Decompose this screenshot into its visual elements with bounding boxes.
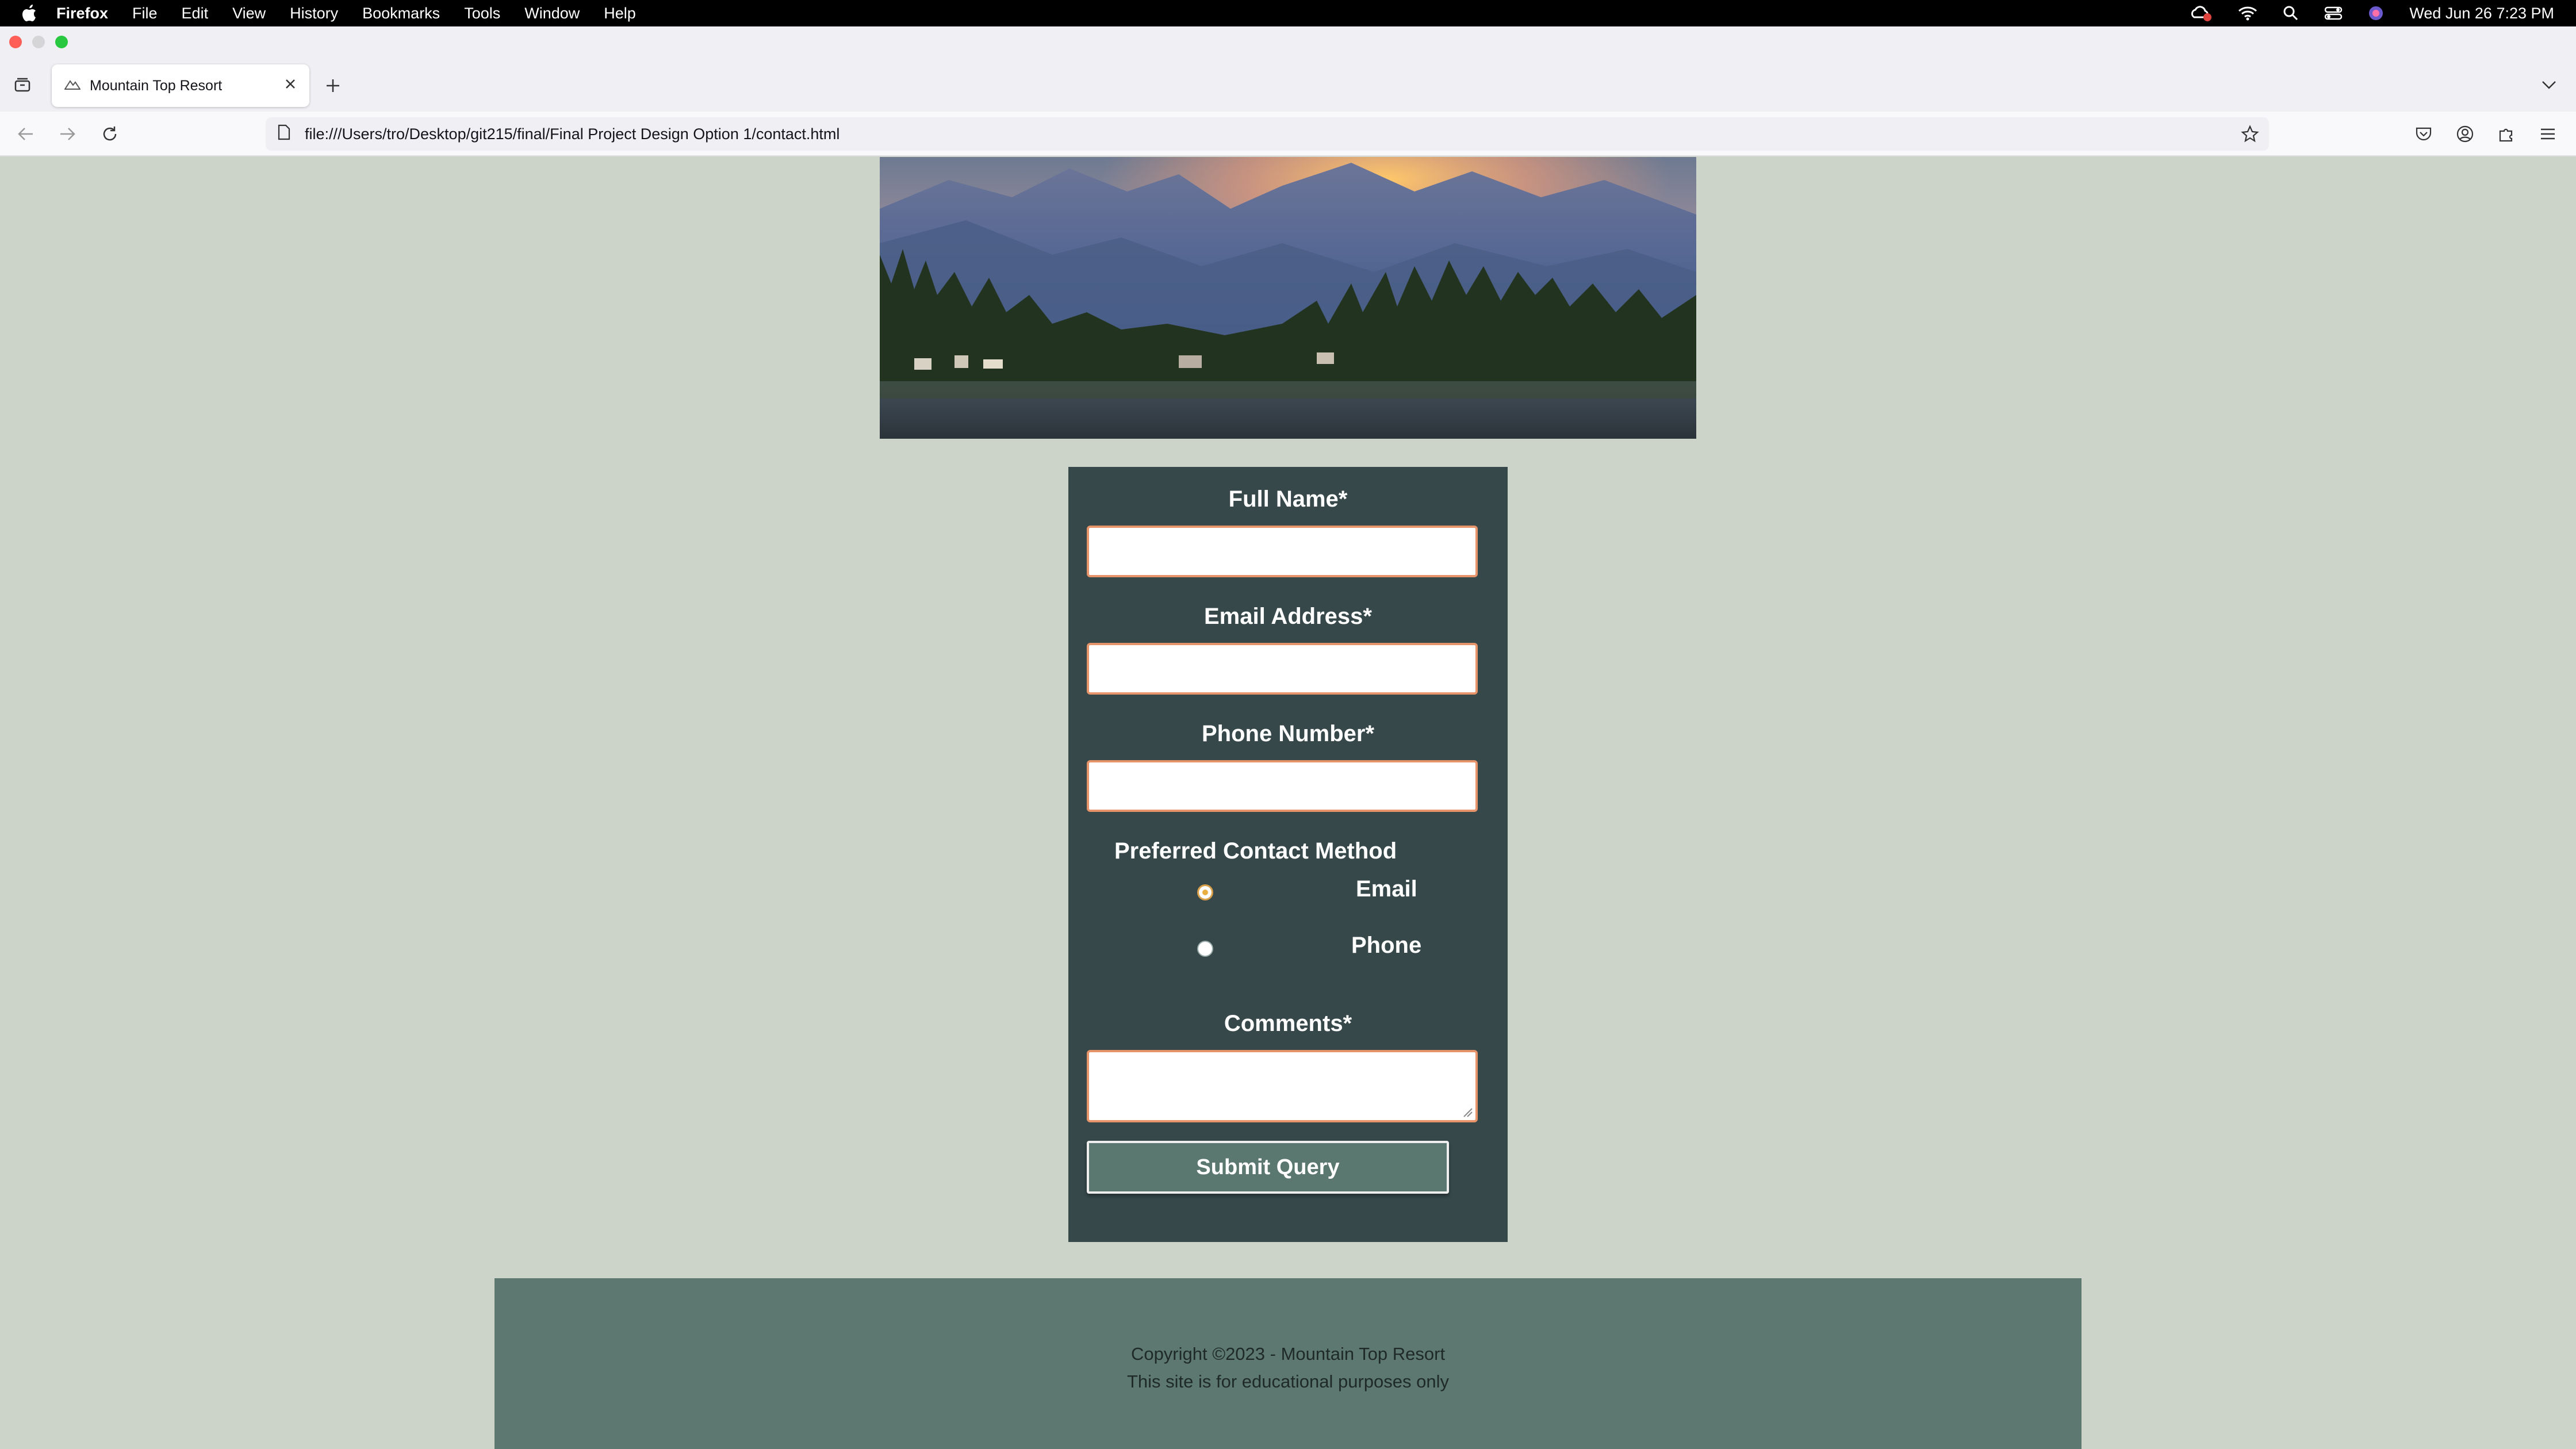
forward-arrow-icon[interactable] (53, 120, 82, 148)
hamburger-menu-icon[interactable] (2533, 120, 2562, 148)
menu-bar: Firefox File Edit View History Bookmarks… (0, 0, 2576, 26)
submit-query-button[interactable]: Submit Query (1087, 1141, 1449, 1194)
site-footer: Copyright ©2023 - Mountain Top Resort Th… (494, 1278, 2082, 1449)
close-tab-icon[interactable] (284, 78, 297, 94)
page-body: Full Name* Email Address* Phone Number* … (0, 157, 2576, 1449)
footer-note: This site is for educational purposes on… (1126, 1371, 1449, 1392)
phone-radio-label[interactable]: Phone (1351, 933, 1421, 959)
back-arrow-icon[interactable] (12, 120, 40, 148)
page-document-icon (277, 124, 291, 144)
email-radio-label[interactable]: Email (1356, 876, 1417, 902)
contact-form: Full Name* Email Address* Phone Number* … (1068, 467, 1508, 1242)
spotlight-search-icon[interactable] (2283, 5, 2299, 21)
status-area: Wed Jun 26 7:23 PM (2164, 0, 2554, 26)
comments-textarea[interactable] (1087, 1050, 1478, 1122)
phone-number-input[interactable] (1087, 760, 1478, 812)
footer-copyright: Copyright ©2023 - Mountain Top Resort (1130, 1344, 1446, 1364)
menu-window[interactable]: Window (524, 5, 580, 22)
full-name-label: Full Name* (1228, 486, 1348, 512)
menu-bookmarks[interactable]: Bookmarks (362, 5, 440, 22)
list-all-tabs-chevron-down-icon[interactable] (2535, 70, 2563, 99)
url-text[interactable]: file:///Users/tro/Desktop/git215/final/F… (305, 125, 839, 143)
zoom-window-button[interactable] (55, 36, 68, 48)
wifi-icon[interactable] (2238, 6, 2257, 21)
menu-app-name[interactable]: Firefox (56, 5, 108, 22)
window-title-bar (0, 26, 2576, 60)
email-address-label: Email Address* (1204, 604, 1372, 629)
preferred-contact-method-label: Preferred Contact Method (1114, 838, 1397, 864)
full-name-input[interactable] (1087, 526, 1478, 577)
cloud-status-icon[interactable] (2190, 5, 2213, 22)
phone-number-label: Phone Number* (1201, 721, 1375, 746)
menu-file[interactable]: File (132, 5, 158, 22)
menu-edit[interactable]: Edit (182, 5, 209, 22)
phone-radio[interactable] (1197, 941, 1213, 957)
apple-logo-icon[interactable] (22, 5, 37, 22)
menu-tools[interactable]: Tools (464, 5, 500, 22)
reload-icon[interactable] (95, 120, 124, 148)
minimize-window-button[interactable] (32, 36, 45, 48)
hero-mountain-lake-image (880, 157, 1696, 439)
control-center-icon[interactable] (2324, 6, 2343, 21)
bookmark-star-icon[interactable] (2236, 120, 2264, 148)
email-address-input[interactable] (1087, 643, 1478, 695)
email-radio[interactable] (1197, 884, 1213, 900)
new-tab-plus-icon[interactable] (319, 71, 347, 100)
menu-history[interactable]: History (290, 5, 338, 22)
menu-view[interactable]: View (232, 5, 266, 22)
extensions-puzzle-icon[interactable] (2492, 120, 2521, 148)
resize-handle-icon[interactable] (1462, 1106, 1473, 1118)
menu-clock[interactable]: Wed Jun 26 7:23 PM (2409, 5, 2554, 22)
siri-icon[interactable] (2368, 5, 2384, 21)
close-window-button[interactable] (9, 36, 22, 48)
tab-mountain-top-resort[interactable]: Mountain Top Resort (52, 64, 309, 107)
tab-strip (0, 60, 2576, 112)
account-icon[interactable] (2451, 120, 2479, 148)
tab-title: Mountain Top Resort (90, 77, 223, 94)
comments-label: Comments* (1224, 1011, 1352, 1036)
site-favicon-icon (64, 78, 81, 94)
firefox-view-icon[interactable] (8, 70, 37, 99)
pocket-icon[interactable] (2409, 120, 2438, 148)
address-bar[interactable]: file:///Users/tro/Desktop/git215/final/F… (266, 117, 2269, 151)
menu-help[interactable]: Help (604, 5, 636, 22)
